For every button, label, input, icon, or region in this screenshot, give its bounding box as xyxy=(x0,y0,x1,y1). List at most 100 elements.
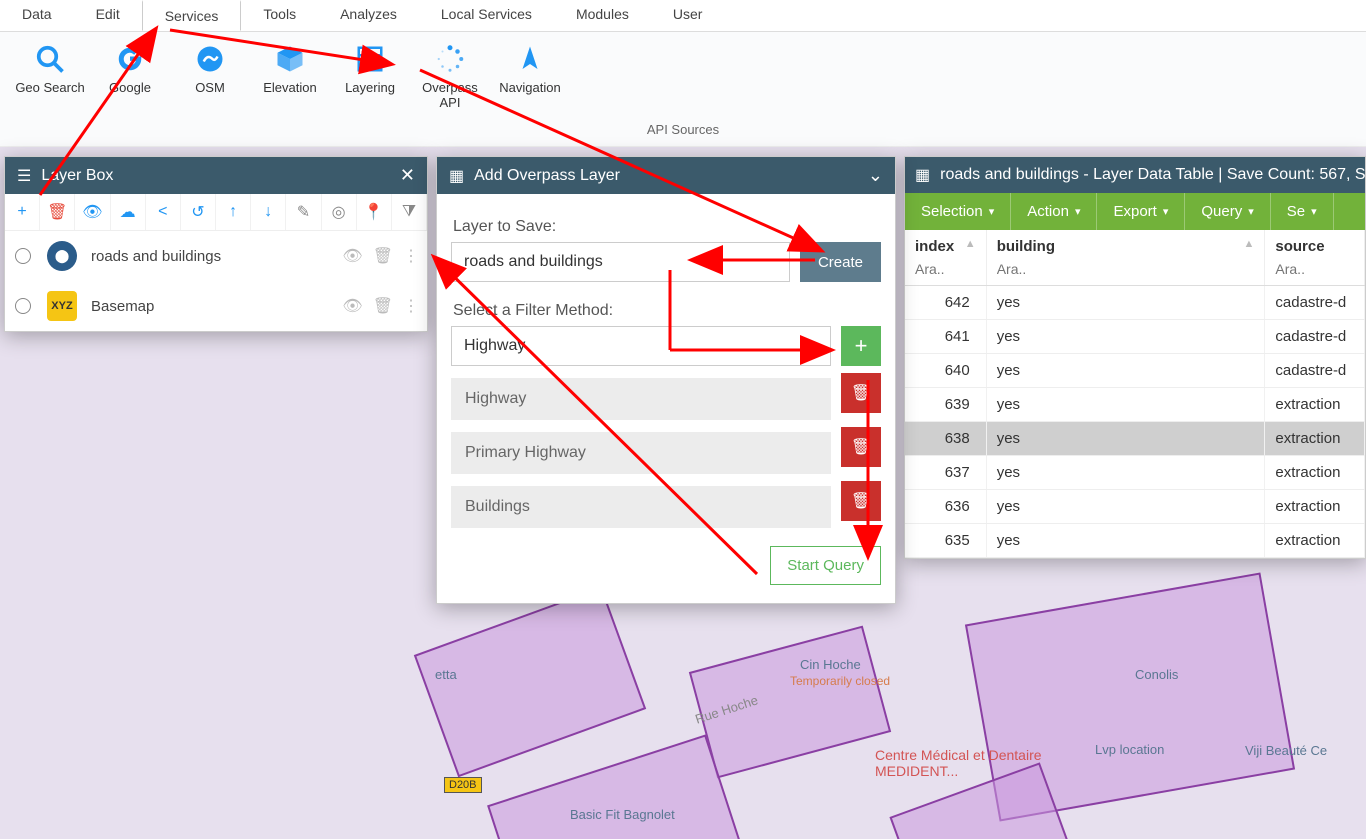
table-row[interactable]: 642yescadastre-d xyxy=(905,286,1365,320)
map-label-basicfit: Basic Fit Bagnolet xyxy=(570,807,675,822)
dt-tab-se[interactable]: Se▾ xyxy=(1271,193,1334,230)
menu-item-tools[interactable]: Tools xyxy=(241,0,318,31)
more-icon[interactable]: ⋮ xyxy=(403,246,419,266)
menu-item-analyzes[interactable]: Analyzes xyxy=(318,0,419,31)
sort-icon[interactable]: ▲ xyxy=(1244,238,1255,255)
ribbon-google[interactable]: Google xyxy=(90,38,170,114)
search-source[interactable] xyxy=(1275,261,1354,277)
delete-filter-button[interactable]: 🗑 xyxy=(841,427,881,467)
ribbon-navigation[interactable]: Navigation xyxy=(490,38,570,114)
map-label-cinhoche: Cin Hoche xyxy=(800,657,861,672)
map-label-lvp: Lvp location xyxy=(1095,742,1164,757)
layer-radio[interactable] xyxy=(15,248,31,264)
dt-tab-selection[interactable]: Selection▾ xyxy=(905,193,1011,230)
cell-building: yes xyxy=(987,354,1266,387)
trash-icon[interactable]: 🗑 xyxy=(373,296,393,316)
col-index[interactable]: index▲ xyxy=(905,230,987,285)
filter-item[interactable]: Buildings xyxy=(451,486,831,528)
dt-tab-query[interactable]: Query▾ xyxy=(1185,193,1270,230)
cell-source: extraction xyxy=(1265,524,1365,557)
cell-source: cadastre-d xyxy=(1265,354,1365,387)
grid-icon xyxy=(353,42,387,76)
table-row[interactable]: 638yesextraction xyxy=(905,422,1365,456)
cell-source: extraction xyxy=(1265,490,1365,523)
layer-radio[interactable] xyxy=(15,298,31,314)
layer-name-input[interactable] xyxy=(451,242,790,282)
filter-input[interactable] xyxy=(451,326,831,366)
layer-tool-down[interactable]: ↓ xyxy=(251,194,286,230)
layer-tool-share[interactable]: < xyxy=(146,194,181,230)
filter-item[interactable]: Highway xyxy=(451,378,831,420)
grid-icon: ▦ xyxy=(449,166,464,186)
layer-row[interactable]: ⬤roads and buildings👁🗑⋮ xyxy=(5,231,427,281)
layer-tool-trash[interactable]: 🗑 xyxy=(40,194,75,230)
data-table-tabs: Selection▾Action▾Export▾Query▾Se▾ xyxy=(905,193,1365,230)
search-index[interactable] xyxy=(915,261,976,277)
ribbon-elevation[interactable]: Elevation xyxy=(250,38,330,114)
more-icon[interactable]: ⋮ xyxy=(403,296,419,316)
dt-tab-action[interactable]: Action▾ xyxy=(1011,193,1097,230)
layers-icon: ☰ xyxy=(17,166,31,186)
overpass-header[interactable]: ▦ Add Overpass Layer ⌄ xyxy=(437,157,895,194)
create-button[interactable]: Create xyxy=(800,242,881,282)
start-query-button[interactable]: Start Query xyxy=(770,546,881,585)
layer-tool-cloud[interactable]: ☁ xyxy=(111,194,146,230)
layer-badge: ⬤ xyxy=(47,241,77,271)
data-table-header[interactable]: ▦ roads and buildings - Layer Data Table… xyxy=(905,157,1365,193)
search-building[interactable] xyxy=(997,261,1255,277)
table-row[interactable]: 641yescadastre-d xyxy=(905,320,1365,354)
cell-index: 640 xyxy=(905,354,987,387)
trash-icon[interactable]: 🗑 xyxy=(373,246,393,266)
chevron-down-icon: ▾ xyxy=(989,205,995,218)
ribbon-geo-search[interactable]: Geo Search xyxy=(10,38,90,114)
spinner-icon xyxy=(433,42,467,76)
cell-building: yes xyxy=(987,388,1266,421)
eye-icon[interactable]: 👁 xyxy=(342,246,362,266)
table-row[interactable]: 640yescadastre-d xyxy=(905,354,1365,388)
ribbon-overpass-api[interactable]: Overpass API xyxy=(410,38,490,114)
map-label-rue: Rue Hoche xyxy=(693,692,759,726)
table-row[interactable]: 639yesextraction xyxy=(905,388,1365,422)
layer-box-header[interactable]: ☰ Layer Box ✕ xyxy=(5,157,427,194)
minimize-icon[interactable]: ⌄ xyxy=(868,165,883,186)
cell-index: 638 xyxy=(905,422,987,455)
ribbon-layering[interactable]: Layering xyxy=(330,38,410,114)
layer-tool-pin[interactable]: 📍 xyxy=(357,194,392,230)
layer-tool-up[interactable]: ↑ xyxy=(216,194,251,230)
layer-tool-edit[interactable]: ✎ xyxy=(286,194,321,230)
dt-tab-export[interactable]: Export▾ xyxy=(1097,193,1185,230)
ribbon-osm[interactable]: OSM xyxy=(170,38,250,114)
menu-item-local-services[interactable]: Local Services xyxy=(419,0,554,31)
delete-filter-button[interactable]: 🗑 xyxy=(841,373,881,413)
layer-tool-target[interactable]: ◎ xyxy=(322,194,357,230)
add-filter-button[interactable]: + xyxy=(841,326,881,366)
layer-row[interactable]: XYZBasemap👁🗑⋮ xyxy=(5,281,427,331)
menu-bar: DataEditServicesToolsAnalyzesLocal Servi… xyxy=(0,0,1366,32)
layer-tool-add[interactable]: + xyxy=(5,194,40,230)
table-row[interactable]: 636yesextraction xyxy=(905,490,1365,524)
col-building[interactable]: building▲ xyxy=(987,230,1266,285)
menu-item-user[interactable]: User xyxy=(651,0,725,31)
layer-tool-refresh[interactable]: ↺ xyxy=(181,194,216,230)
sort-icon[interactable]: ▲ xyxy=(965,238,976,255)
save-label: Layer to Save: xyxy=(453,218,881,236)
menu-item-edit[interactable]: Edit xyxy=(74,0,142,31)
close-icon[interactable]: ✕ xyxy=(400,165,415,186)
eye-icon[interactable]: 👁 xyxy=(342,296,362,316)
layer-tool-filter[interactable]: ⧩ xyxy=(392,194,427,230)
filter-item[interactable]: Primary Highway xyxy=(451,432,831,474)
menu-item-data[interactable]: Data xyxy=(0,0,74,31)
chevron-down-icon: ▾ xyxy=(1075,205,1081,218)
col-source[interactable]: source xyxy=(1265,230,1365,285)
layer-name: Basemap xyxy=(91,298,332,315)
map-label-viji: Viji Beauté Ce xyxy=(1245,743,1327,758)
chevron-down-icon: ▾ xyxy=(1311,205,1317,218)
layer-tool-eye[interactable]: 👁 xyxy=(75,194,110,230)
filter-list: Highway🗑Primary Highway🗑Buildings🗑 xyxy=(451,366,881,528)
table-row[interactable]: 637yesextraction xyxy=(905,456,1365,490)
delete-filter-button[interactable]: 🗑 xyxy=(841,481,881,521)
filter-label: Select a Filter Method: xyxy=(453,302,881,320)
menu-item-modules[interactable]: Modules xyxy=(554,0,651,31)
table-row[interactable]: 635yesextraction xyxy=(905,524,1365,558)
menu-item-services[interactable]: Services xyxy=(142,0,242,31)
